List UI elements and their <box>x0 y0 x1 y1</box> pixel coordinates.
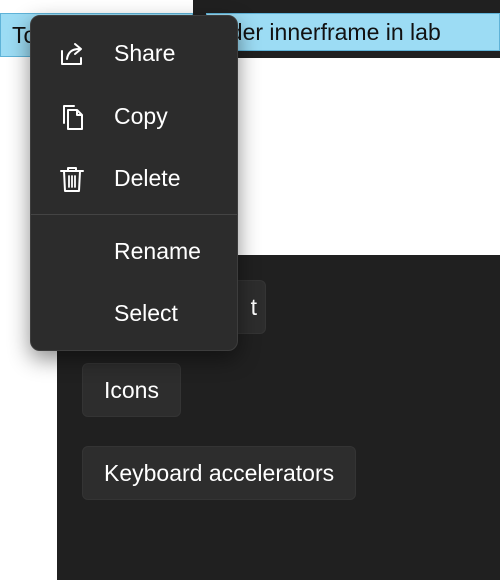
menu-item-copy[interactable]: Copy <box>31 89 237 145</box>
delete-icon <box>60 167 84 192</box>
menu-item-rename-label: Rename <box>114 238 201 264</box>
icons-button[interactable]: Icons <box>82 363 181 417</box>
menu-item-copy-label: Copy <box>114 103 168 129</box>
menu-item-rename[interactable]: Rename <box>31 224 237 280</box>
text-button-label: t <box>250 294 257 320</box>
menu-item-share[interactable]: Share <box>31 26 237 82</box>
menu-item-select[interactable]: Select <box>31 286 237 342</box>
menu-item-delete-label: Delete <box>114 165 181 191</box>
menu-item-delete[interactable]: Delete <box>31 151 237 207</box>
context-menu-flyout: Share Copy Delete Rename Select <box>30 15 238 351</box>
menu-item-share-label: Share <box>114 40 176 66</box>
text-label-right: nder innerframe in lab <box>206 13 500 51</box>
menu-item-select-label: Select <box>114 300 178 326</box>
text-label-right-text: nder innerframe in lab <box>217 19 441 45</box>
menu-separator <box>31 214 237 215</box>
icons-button-label: Icons <box>104 377 159 403</box>
keyboard-accelerators-button[interactable]: Keyboard accelerators <box>82 446 357 500</box>
copy-icon <box>63 105 83 130</box>
keyboard-accelerators-button-label: Keyboard accelerators <box>104 460 335 486</box>
share-icon <box>61 43 82 65</box>
